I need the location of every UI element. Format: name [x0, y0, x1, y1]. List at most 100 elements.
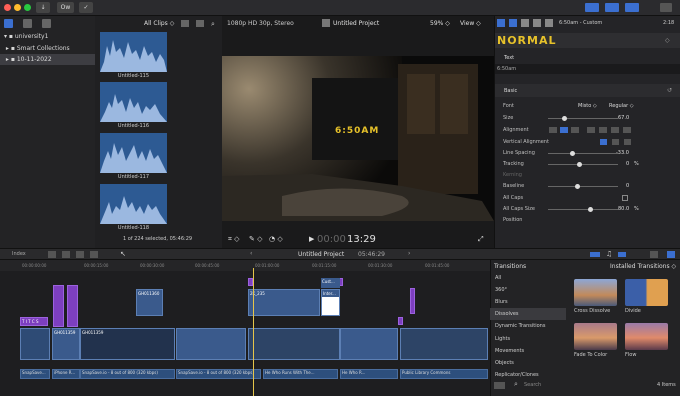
minimize-window-button[interactable]: [14, 4, 21, 11]
timeline-toggle-icon[interactable]: [605, 3, 619, 12]
text-input[interactable]: 6:50am: [495, 64, 680, 74]
view-dropdown[interactable]: View ◇: [460, 20, 481, 27]
title-clip[interactable]: [53, 285, 64, 327]
font-weight-dropdown[interactable]: Regular ◇: [609, 101, 634, 112]
clip-appearance-icon[interactable]: [181, 20, 189, 27]
size-slider-track[interactable]: [548, 118, 618, 119]
browser-toggle-icon[interactable]: [585, 3, 599, 12]
clip-thumbnail[interactable]: [100, 82, 167, 122]
fullscreen-icon[interactable]: ⤢: [478, 235, 484, 244]
transition-category[interactable]: Replicator/Clones: [490, 369, 566, 381]
audio-clip[interactable]: He Who R...: [340, 369, 398, 379]
valign-middle-icon[interactable]: [612, 139, 619, 145]
inspector-toggle-icon[interactable]: [625, 3, 639, 12]
installed-transitions-dropdown[interactable]: Installed Transitions ◇: [610, 263, 676, 270]
zoom-window-button[interactable]: [24, 4, 31, 11]
line-spacing-value[interactable]: -33.0: [616, 148, 629, 159]
all-caps-checkbox[interactable]: [622, 195, 628, 201]
align-right-icon[interactable]: [571, 127, 579, 133]
filmstrip-icon[interactable]: [196, 20, 204, 27]
storyline-clip[interactable]: [248, 328, 340, 360]
playhead[interactable]: [253, 268, 254, 396]
color-inspector-icon[interactable]: [533, 19, 541, 27]
size-value[interactable]: 67.0: [618, 113, 629, 124]
titles-icon[interactable]: [42, 19, 51, 28]
transitions-search-input[interactable]: Search: [524, 382, 541, 388]
justify-full-icon[interactable]: [623, 127, 631, 133]
audio-clip[interactable]: SnapSave...: [20, 369, 50, 379]
photos-icon[interactable]: [23, 19, 32, 28]
title-clip[interactable]: [67, 285, 78, 327]
transition-thumbnail[interactable]: [574, 323, 617, 350]
transition-category-selected[interactable]: Dissolves: [490, 308, 566, 320]
transition-category[interactable]: All: [490, 272, 566, 284]
title-clip[interactable]: T I T C S: [20, 317, 48, 326]
line-spacing-slider-knob[interactable]: [570, 151, 575, 156]
clip-thumbnail[interactable]: [100, 133, 167, 173]
append-clip-icon[interactable]: [76, 251, 84, 258]
font-family-dropdown[interactable]: Misto ◇: [578, 101, 597, 112]
baseline-slider-track[interactable]: [548, 186, 618, 187]
clip-thumbnail[interactable]: [100, 32, 167, 72]
video-inspector-icon[interactable]: [521, 19, 529, 27]
sidebar-item-smart-collections[interactable]: ▸ ▪ Smart Collections: [0, 43, 95, 54]
size-slider-knob[interactable]: [562, 116, 567, 121]
all-caps-size-value[interactable]: 80.0: [618, 204, 629, 215]
video-preview[interactable]: [222, 56, 494, 221]
transition-thumbnail[interactable]: [574, 279, 617, 306]
tracking-value[interactable]: 0: [626, 159, 629, 170]
justify-center-icon[interactable]: [599, 127, 607, 133]
baseline-value[interactable]: 0: [626, 181, 629, 192]
storyline-clip[interactable]: GH011359: [80, 328, 175, 360]
import-button[interactable]: ↓: [36, 2, 50, 13]
align-center-icon[interactable]: [560, 127, 568, 133]
line-spacing-slider-track[interactable]: [548, 153, 618, 154]
justify-left-icon[interactable]: [587, 127, 595, 133]
title-clip[interactable]: [398, 317, 403, 325]
play-button[interactable]: ▶: [309, 235, 314, 243]
transitions-browser-icon[interactable]: [667, 251, 675, 258]
skimming-icon[interactable]: [618, 252, 626, 257]
share-icon[interactable]: [660, 3, 672, 12]
headphones-icon[interactable]: ♫: [606, 250, 612, 258]
valign-top-icon[interactable]: [600, 139, 607, 145]
justify-right-icon[interactable]: [611, 127, 619, 133]
transition-category[interactable]: Objects: [490, 357, 566, 369]
overwrite-clip-icon[interactable]: [90, 251, 98, 258]
clip-filter-dropdown[interactable]: All Clips ◇: [144, 20, 174, 27]
audio-clip[interactable]: SnapSave.io - 8 out of 800 (320 kbps): [176, 369, 261, 379]
all-caps-size-slider-track[interactable]: [548, 209, 618, 210]
clip-thumbnail[interactable]: [100, 184, 167, 224]
valign-bottom-icon[interactable]: [624, 139, 631, 145]
tracking-slider-knob[interactable]: [577, 162, 582, 167]
style-chevron-icon[interactable]: ◇: [665, 37, 670, 44]
baseline-slider-knob[interactable]: [575, 184, 580, 189]
speed-icon[interactable]: ◔ ◇: [269, 235, 283, 243]
select-tool-icon[interactable]: ↖: [120, 250, 126, 258]
timeline-ruler[interactable]: 00:00:00:00 00:00:15:00 00:00:30:00 00:0…: [0, 260, 490, 271]
close-window-button[interactable]: [4, 4, 11, 11]
connected-clip[interactable]: 2K_235: [248, 289, 320, 316]
back-arrow-icon[interactable]: ‹: [250, 250, 252, 257]
transition-category[interactable]: Lights: [490, 333, 566, 345]
search-icon[interactable]: ⌕: [211, 20, 215, 29]
all-caps-size-slider-knob[interactable]: [588, 207, 593, 212]
audio-clip[interactable]: iPhone R...: [52, 369, 80, 379]
connected-clip[interactable]: Cust...: [321, 278, 340, 288]
transition-thumbnail[interactable]: [625, 323, 668, 350]
keyword-button[interactable]: Ow: [57, 2, 74, 13]
connected-clip[interactable]: Inter...: [321, 289, 340, 316]
info-inspector-icon[interactable]: [545, 19, 553, 27]
transform-icon[interactable]: ⌗ ◇: [228, 235, 240, 244]
audio-clip[interactable]: Public Library Commons: [400, 369, 488, 379]
basic-section-header[interactable]: [495, 84, 680, 97]
transition-category[interactable]: 360°: [490, 284, 566, 296]
transition-category[interactable]: Movements: [490, 345, 566, 357]
storyline-clip[interactable]: [340, 328, 398, 360]
title-inspector-icon[interactable]: [497, 19, 505, 27]
audio-meter-icon[interactable]: [590, 252, 600, 257]
enhancements-icon[interactable]: ✎ ◇: [249, 235, 262, 243]
transition-category[interactable]: Blurs: [490, 296, 566, 308]
connected-clip[interactable]: GH011360: [136, 289, 163, 316]
sidebar-toggle-icon[interactable]: [494, 382, 505, 389]
